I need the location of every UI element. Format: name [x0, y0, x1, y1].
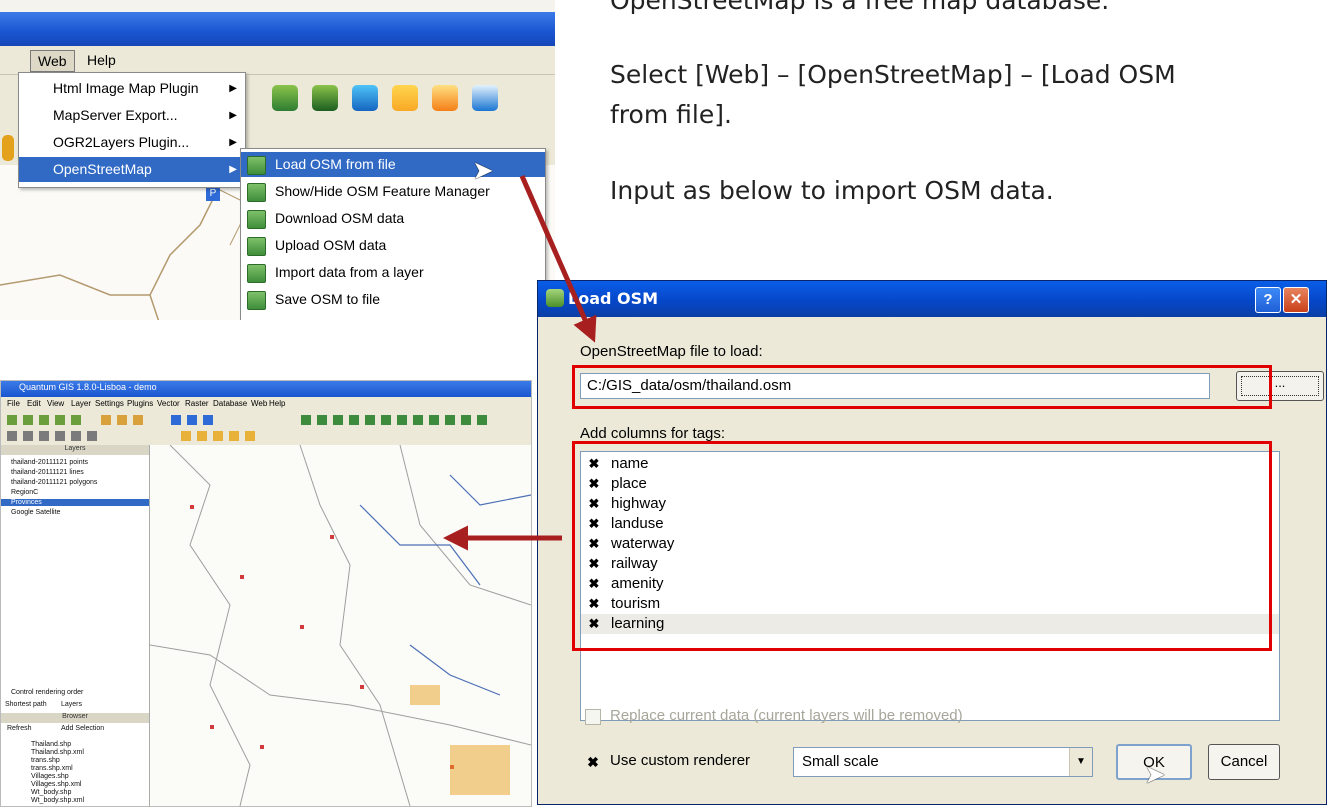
arrow-to-file-field — [519, 174, 597, 343]
callout-arrows — [443, 174, 597, 551]
